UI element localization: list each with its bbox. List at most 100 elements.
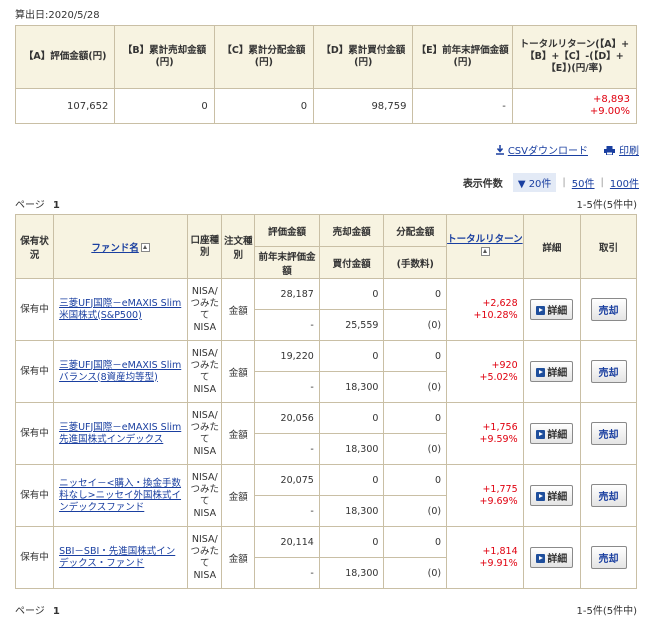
prev-year-valuation: -: [254, 433, 320, 465]
holding-status: 保有中: [14, 278, 55, 341]
header-status: 保有状況: [14, 214, 55, 279]
fund-name-link[interactable]: SBI－SBI・先進国株式インデックス・ファンド: [53, 526, 189, 589]
trade-cell: 売却: [580, 340, 637, 403]
valuation: 20,056: [254, 402, 320, 434]
holdings-table: 保有状況 ファンド名 口座種別 注文種別 評価金額 売却金額 分配金額 トータル…: [14, 214, 637, 589]
summary-total-pct: +9.00%: [589, 106, 630, 117]
sell-amount: 0: [318, 526, 385, 558]
header-fee: (手数料): [383, 246, 448, 279]
detail-button[interactable]: 詳細: [530, 423, 574, 444]
display-count-option-100[interactable]: 100件: [610, 175, 639, 190]
summary-value-c: 0: [213, 88, 315, 124]
holding-status: 保有中: [14, 340, 55, 403]
fee: (0): [383, 557, 448, 589]
sell-button[interactable]: 売却: [590, 422, 627, 445]
detail-cell: 詳細: [522, 402, 582, 465]
order-type: 金額: [221, 340, 256, 403]
fund-name-link[interactable]: ニッセイ－<購入・換金手数料なし>ニッセイ外国株式インデックスファンド: [53, 464, 189, 527]
sort-icon[interactable]: [481, 247, 491, 256]
page-indicator: ページ 1: [15, 200, 60, 211]
distribution: 0: [383, 402, 448, 434]
csv-download-link[interactable]: CSVダウンロード: [495, 142, 588, 157]
prev-year-valuation: -: [254, 495, 320, 527]
account-type: NISA/つみたてNISA: [187, 402, 223, 465]
total-return-yen: +920: [491, 359, 518, 371]
total-return: +1,775 +9.69%: [446, 464, 524, 527]
header-valuation: 評価金額: [254, 214, 320, 247]
sort-icon[interactable]: [140, 242, 150, 252]
trade-cell: 売却: [580, 278, 637, 341]
separator: |: [600, 177, 604, 188]
prev-year-valuation: -: [254, 557, 320, 589]
header-fund-name[interactable]: ファンド名: [53, 214, 189, 279]
sell-button[interactable]: 売却: [590, 546, 627, 569]
prev-year-valuation: -: [254, 371, 320, 403]
buy-amount: 18,300: [318, 557, 385, 589]
action-links: CSVダウンロード 印刷: [495, 142, 639, 157]
header-trade: 取引: [580, 214, 637, 279]
account-type: NISA/つみたてNISA: [187, 340, 223, 403]
fee: (0): [383, 433, 448, 465]
total-return-pct: +10.28%: [473, 309, 518, 321]
summary-value-d: 98,759: [313, 88, 414, 124]
print-label[interactable]: 印刷: [619, 146, 639, 157]
valuation: 28,187: [254, 278, 320, 310]
display-count-option-selected[interactable]: ▼ 20件: [512, 173, 557, 192]
fee: (0): [383, 495, 448, 527]
total-return-yen: +1,814: [482, 545, 518, 557]
sell-button[interactable]: 売却: [590, 360, 627, 383]
total-return-pct: +5.02%: [479, 371, 518, 383]
total-return: +1,756 +9.59%: [446, 402, 524, 465]
total-return: +1,814 +9.91%: [446, 526, 524, 589]
summary-header-c: 【C】累計分配金額(円): [213, 25, 315, 89]
fund-name-link[interactable]: 三菱UFJ国際－eMAXIS Slim 先進国株式インデックス: [53, 402, 189, 465]
play-icon: [536, 430, 546, 439]
table-row: 保有中 三菱UFJ国際－eMAXIS Slim バランス(8資産均等型) NISA/…: [14, 340, 637, 403]
buy-amount: 18,300: [318, 433, 385, 465]
result-count: 1-5件(5件中): [576, 200, 638, 211]
print-link[interactable]: 印刷: [604, 142, 639, 157]
detail-button[interactable]: 詳細: [530, 299, 574, 320]
summary-value-b: 0: [114, 88, 215, 124]
trade-cell: 売却: [580, 526, 637, 589]
sell-button[interactable]: 売却: [590, 298, 627, 321]
summary-value-e: -: [412, 88, 513, 124]
trade-cell: 売却: [580, 464, 637, 527]
display-count-selector: 表示件数 ▼ 20件 | 50件 | 100件: [463, 173, 639, 192]
table-row: 保有中 三菱UFJ国際－eMAXIS Slim 先進国株式インデックス NISA/つ…: [14, 402, 637, 465]
csv-download-label[interactable]: CSVダウンロード: [508, 146, 588, 157]
header-account-type: 口座種別: [187, 214, 223, 279]
summary-header-a: 【A】評価金額(円): [14, 25, 116, 89]
fund-name-link[interactable]: 三菱UFJ国際－eMAXIS Slim米国株式(S&P500): [53, 278, 189, 341]
header-total-return[interactable]: トータルリターン: [446, 214, 524, 279]
display-count-option-50[interactable]: 50件: [572, 175, 595, 190]
calc-date: 算出日:2020/5/28: [15, 10, 100, 21]
separator: |: [562, 177, 566, 188]
distribution: 0: [383, 526, 448, 558]
play-icon: [536, 306, 546, 315]
holding-status: 保有中: [14, 402, 55, 465]
valuation: 20,114: [254, 526, 320, 558]
sell-button[interactable]: 売却: [590, 484, 627, 507]
detail-button[interactable]: 詳細: [530, 361, 574, 382]
detail-button[interactable]: 詳細: [530, 547, 574, 568]
header-order-type: 注文種別: [221, 214, 256, 279]
display-count-label: 表示件数: [462, 179, 503, 190]
detail-cell: 詳細: [522, 464, 582, 527]
order-type: 金額: [221, 278, 256, 341]
header-buy-amount: 買付金額: [318, 246, 385, 279]
play-icon: [536, 554, 546, 563]
fund-name-link[interactable]: 三菱UFJ国際－eMAXIS Slim バランス(8資産均等型): [53, 340, 189, 403]
header-detail: 詳細: [522, 214, 582, 279]
detail-cell: 詳細: [522, 340, 582, 403]
fee: (0): [383, 371, 448, 403]
sell-amount: 0: [318, 402, 385, 434]
summary-header-total-return: トータルリターン(【A】+【B】+【C】-(【D】+【E】)(円/率): [511, 25, 638, 89]
summary-table: 【A】評価金額(円) 【B】累計売却金額(円) 【C】累計分配金額(円) 【D】…: [14, 25, 638, 124]
buy-amount: 25,559: [318, 309, 385, 341]
total-return-yen: +2,628: [482, 297, 518, 309]
total-return: +920 +5.02%: [446, 340, 524, 403]
play-icon: [536, 492, 546, 501]
detail-button[interactable]: 詳細: [530, 485, 574, 506]
table-row: 保有中 ニッセイ－<購入・換金手数料なし>ニッセイ外国株式インデックスファンド NI…: [14, 464, 637, 527]
